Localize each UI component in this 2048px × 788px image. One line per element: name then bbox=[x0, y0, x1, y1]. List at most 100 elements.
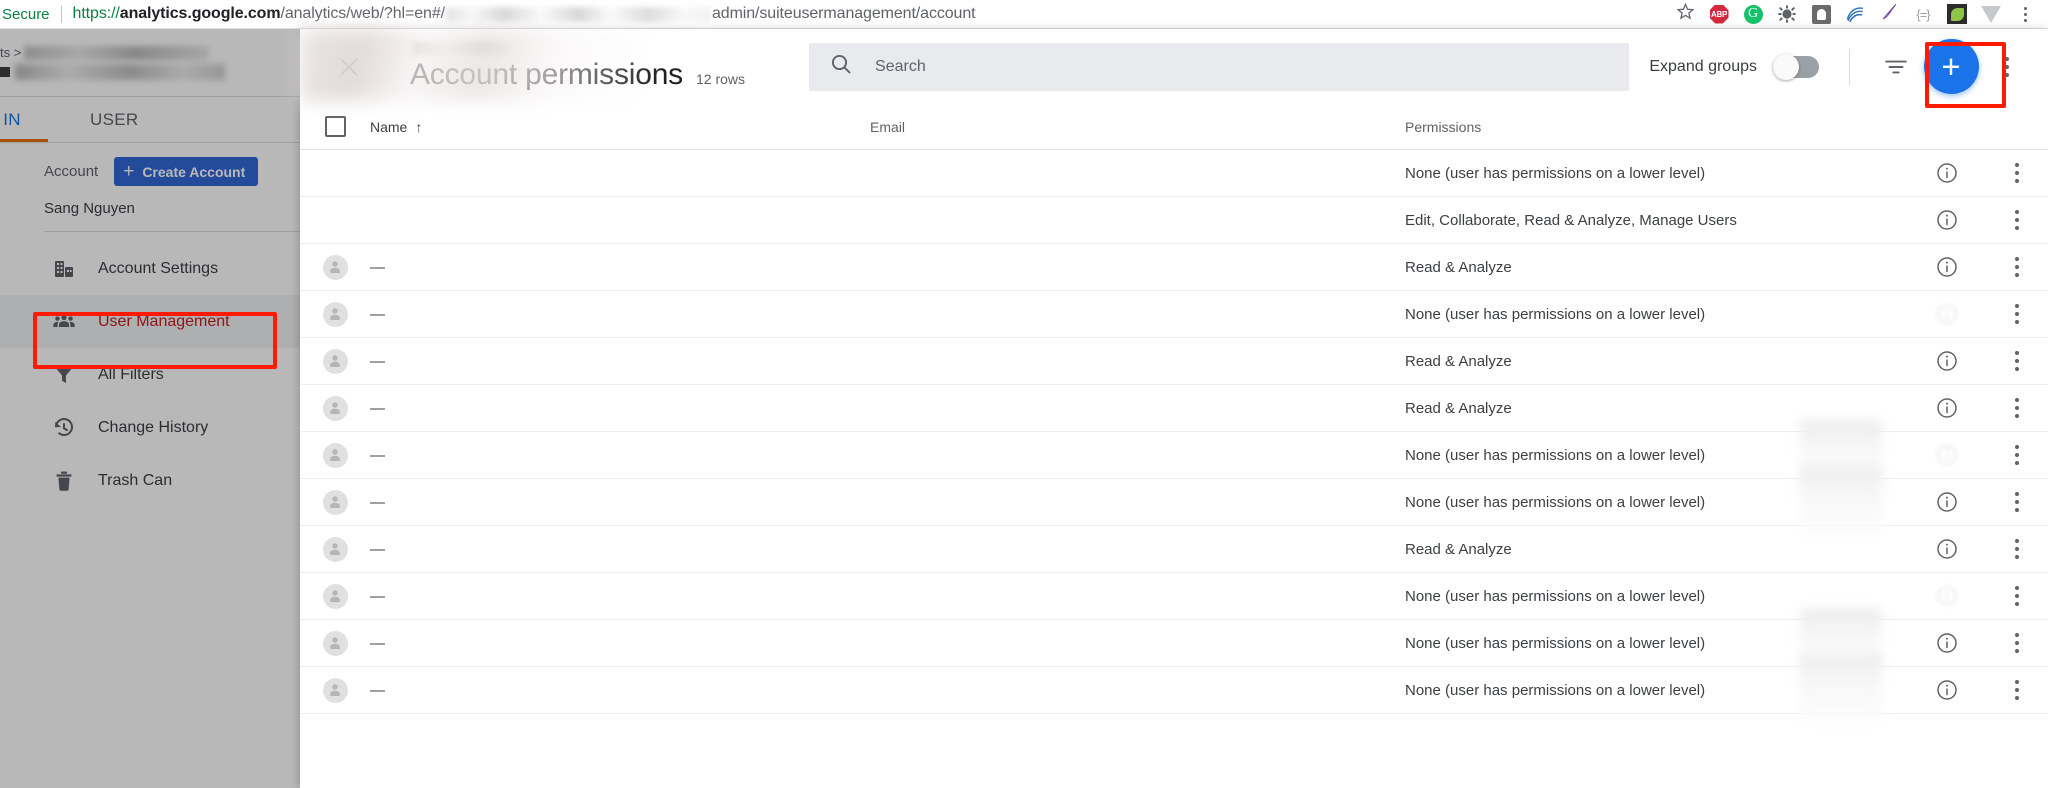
info-icon[interactable] bbox=[1935, 678, 1959, 702]
sidebar-item-trash-can[interactable]: Trash Can bbox=[0, 454, 300, 507]
add-user-fab[interactable]: + bbox=[1924, 39, 1979, 94]
row-info-cell[interactable] bbox=[1908, 443, 1986, 467]
info-icon[interactable] bbox=[1935, 161, 1959, 185]
filter-list-icon[interactable] bbox=[1876, 47, 1916, 87]
table-row[interactable]: —Read & Analyze bbox=[300, 244, 2048, 291]
row-overflow-menu-icon[interactable] bbox=[1986, 492, 2048, 512]
info-icon[interactable] bbox=[1935, 208, 1959, 232]
add-user-plus-icon: + bbox=[1941, 50, 1960, 83]
cell-permissions: None (user has permissions on a lower le… bbox=[1405, 588, 1908, 605]
info-icon[interactable] bbox=[1935, 302, 1959, 326]
row-info-cell[interactable] bbox=[1908, 302, 1986, 326]
bookmark-star-icon[interactable] bbox=[1668, 0, 1702, 29]
panel-overflow-menu-icon[interactable] bbox=[1986, 46, 2028, 88]
pen-extension-icon[interactable] bbox=[1872, 0, 1906, 29]
breadcrumb[interactable]: ts > bbox=[0, 29, 300, 97]
grammarly-icon[interactable]: G bbox=[1736, 0, 1770, 29]
sidebar-item-all-filters[interactable]: All Filters bbox=[0, 348, 300, 401]
row-info-cell[interactable] bbox=[1908, 255, 1986, 279]
row-overflow-menu-icon[interactable] bbox=[1986, 210, 2048, 230]
info-icon[interactable] bbox=[1935, 631, 1959, 655]
table-row[interactable]: —None (user has permissions on a lower l… bbox=[300, 620, 2048, 667]
row-avatar-cell[interactable] bbox=[300, 631, 370, 656]
row-avatar-cell[interactable] bbox=[300, 537, 370, 562]
info-icon[interactable] bbox=[1935, 443, 1959, 467]
table-row[interactable]: —None (user has permissions on a lower l… bbox=[300, 667, 2048, 714]
sidebar-item-user-management[interactable]: User Management bbox=[0, 295, 300, 348]
info-icon[interactable] bbox=[1935, 537, 1959, 561]
sidebar-item-change-history[interactable]: Change History bbox=[0, 401, 300, 454]
table-row[interactable]: —Read & Analyze bbox=[300, 338, 2048, 385]
row-avatar-cell[interactable] bbox=[300, 443, 370, 468]
create-account-button[interactable]: + Create Account bbox=[114, 157, 258, 186]
info-icon[interactable] bbox=[1935, 584, 1959, 608]
column-header-email[interactable]: Email bbox=[870, 119, 1405, 135]
row-info-cell[interactable] bbox=[1908, 537, 1986, 561]
breadcrumb-property-redacted bbox=[15, 64, 225, 80]
leaf-extension-icon[interactable] bbox=[1940, 0, 1974, 29]
lightbulb-extension-icon[interactable] bbox=[1804, 0, 1838, 29]
row-info-cell[interactable] bbox=[1908, 161, 1986, 185]
row-info-cell[interactable] bbox=[1908, 584, 1986, 608]
row-avatar-cell[interactable] bbox=[300, 396, 370, 421]
adblock-plus-icon[interactable]: ABP bbox=[1702, 0, 1736, 29]
row-overflow-menu-icon[interactable] bbox=[1986, 257, 2048, 277]
table-row[interactable]: —None (user has permissions on a lower l… bbox=[300, 573, 2048, 620]
bug-extension-icon[interactable] bbox=[1770, 0, 1804, 29]
row-info-cell[interactable] bbox=[1908, 631, 1986, 655]
search-input[interactable]: Search bbox=[809, 43, 1629, 91]
tab-user[interactable]: USER bbox=[76, 97, 152, 142]
row-info-cell[interactable] bbox=[1908, 678, 1986, 702]
select-all-checkbox[interactable] bbox=[300, 116, 370, 137]
column-header-name[interactable]: Name ↑ bbox=[370, 119, 870, 135]
cell-name: — bbox=[370, 635, 870, 652]
url-path-prefix: /analytics/web/?hl=en#/ bbox=[280, 5, 444, 23]
info-icon[interactable] bbox=[1935, 255, 1959, 279]
row-overflow-menu-icon[interactable] bbox=[1986, 398, 2048, 418]
table-row[interactable]: Edit, Collaborate, Read & Analyze, Manag… bbox=[300, 197, 2048, 244]
v-extension-icon[interactable] bbox=[1974, 0, 2008, 29]
current-account-name[interactable]: Sang Nguyen bbox=[0, 186, 300, 231]
row-overflow-menu-icon[interactable] bbox=[1986, 633, 2048, 653]
redaction-overlay-top-rows bbox=[300, 29, 650, 101]
row-avatar-cell[interactable] bbox=[300, 678, 370, 703]
column-header-permissions[interactable]: Permissions bbox=[1405, 119, 1908, 135]
row-avatar-cell[interactable] bbox=[300, 349, 370, 374]
cell-permissions-text: None (user has permissions on a lower le… bbox=[1405, 682, 1705, 699]
table-row[interactable]: None (user has permissions on a lower le… bbox=[300, 150, 2048, 197]
table-row[interactable]: —None (user has permissions on a lower l… bbox=[300, 479, 2048, 526]
row-info-cell[interactable] bbox=[1908, 396, 1986, 420]
row-info-cell[interactable] bbox=[1908, 490, 1986, 514]
row-overflow-menu-icon[interactable] bbox=[1986, 351, 2048, 371]
wave-extension-icon[interactable] bbox=[1838, 0, 1872, 29]
row-overflow-menu-icon[interactable] bbox=[1986, 586, 2048, 606]
row-overflow-menu-icon[interactable] bbox=[1986, 680, 2048, 700]
search-placeholder: Search bbox=[875, 58, 926, 76]
table-row[interactable]: —Read & Analyze bbox=[300, 385, 2048, 432]
row-info-cell[interactable] bbox=[1908, 208, 1986, 232]
sidebar-item-account-settings[interactable]: Account Settings bbox=[0, 242, 300, 295]
sidebar-item-user-management-label: User Management bbox=[98, 313, 230, 331]
row-avatar-cell[interactable] bbox=[300, 302, 370, 327]
breadcrumb-prefix: ts > bbox=[0, 45, 21, 60]
info-icon[interactable] bbox=[1935, 349, 1959, 373]
table-row[interactable]: —Read & Analyze bbox=[300, 526, 2048, 573]
braces-extension-icon[interactable]: {=} bbox=[1906, 0, 1940, 29]
row-overflow-menu-icon[interactable] bbox=[1986, 163, 2048, 183]
row-avatar-cell[interactable] bbox=[300, 490, 370, 515]
info-icon[interactable] bbox=[1935, 396, 1959, 420]
funnel-icon bbox=[52, 363, 76, 387]
row-overflow-menu-icon[interactable] bbox=[1986, 539, 2048, 559]
row-overflow-menu-icon[interactable] bbox=[1986, 445, 2048, 465]
tab-admin[interactable]: IN bbox=[0, 97, 48, 142]
row-overflow-menu-icon[interactable] bbox=[1986, 304, 2048, 324]
row-info-cell[interactable] bbox=[1908, 349, 1986, 373]
table-row[interactable]: —None (user has permissions on a lower l… bbox=[300, 432, 2048, 479]
table-row[interactable]: —None (user has permissions on a lower l… bbox=[300, 291, 2048, 338]
row-avatar-cell[interactable] bbox=[300, 584, 370, 609]
info-icon[interactable] bbox=[1935, 490, 1959, 514]
row-avatar-cell[interactable] bbox=[300, 255, 370, 280]
expand-groups-toggle[interactable] bbox=[1773, 56, 1819, 78]
browser-menu-icon[interactable] bbox=[2008, 0, 2042, 29]
address-bar[interactable]: Secure https://analytics.google.com/anal… bbox=[0, 0, 1668, 29]
